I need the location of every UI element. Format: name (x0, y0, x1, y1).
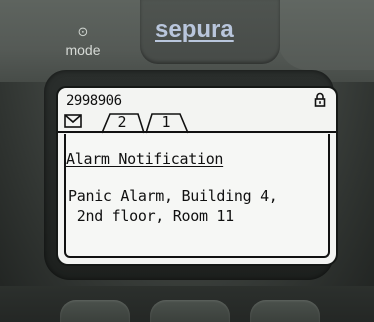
power-ring-icon: ⊙ (77, 25, 89, 40)
display-screen: 2998906 2 1 Alarm Notification Panic Ala… (58, 88, 336, 264)
tab-1[interactable]: 1 (146, 112, 189, 134)
message-body: Panic Alarm, Building 4, 2nd floor, Room… (68, 187, 278, 225)
envelope-icon[interactable] (64, 114, 82, 128)
tab-label: 2 (117, 113, 127, 131)
mode-label: mode (65, 42, 101, 58)
navigation-key[interactable] (150, 300, 230, 322)
housing-bump (278, 0, 374, 70)
tab-2[interactable]: 2 (102, 112, 145, 134)
radio-handset: ⊙ mode sepura 2998906 2 1 Alarm Notifica… (0, 0, 374, 322)
caller-id: 2998906 (66, 93, 122, 109)
message-title: Alarm Notification (66, 150, 224, 168)
brand-logo: sepura (155, 16, 234, 43)
status-bar: 2998906 (62, 90, 332, 109)
padlock-icon (314, 92, 326, 107)
tab-divider (58, 131, 336, 133)
mode-button[interactable]: ⊙ mode (58, 4, 108, 64)
tab-label: 1 (161, 113, 171, 131)
soft-key-right[interactable] (250, 300, 320, 322)
soft-key-left[interactable] (60, 300, 130, 322)
message-tabs: 2 1 (58, 110, 336, 134)
